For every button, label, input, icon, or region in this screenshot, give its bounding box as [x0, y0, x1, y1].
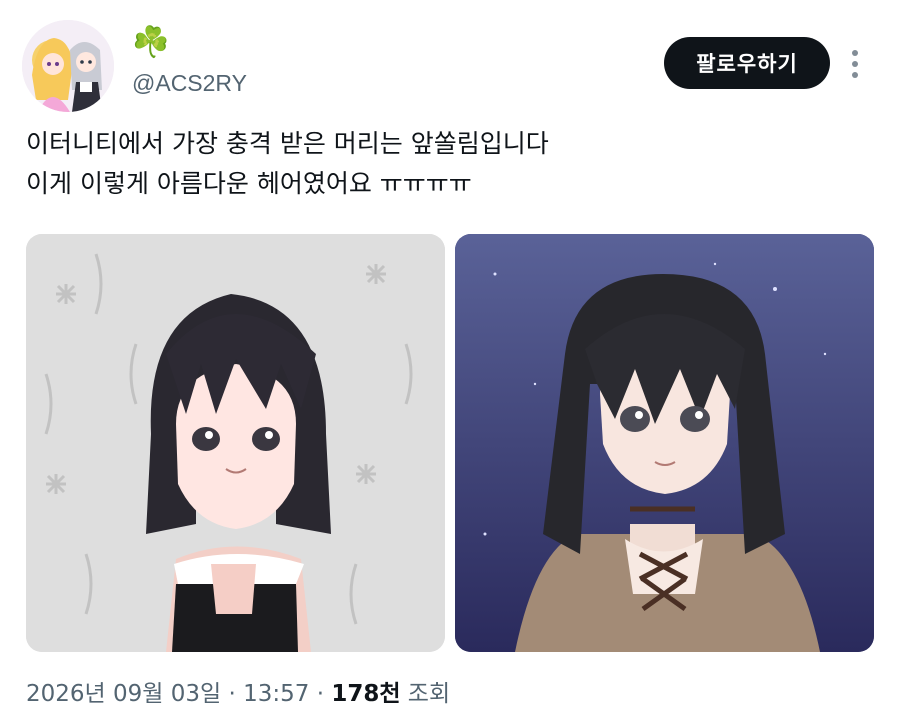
meta-separator: ·	[309, 681, 332, 707]
avatar[interactable]	[22, 20, 114, 112]
tweet-text: 이터니티에서 가장 충격 받은 머리는 앞쏠림입니다 이게 이렇게 아름다운 헤…	[26, 129, 549, 198]
more-dot	[852, 72, 858, 78]
more-dot	[852, 50, 858, 56]
follow-button[interactable]: 팔로우하기	[664, 37, 830, 89]
tweet-timestamp[interactable]: 2026년 09월 03일 · 13:57	[26, 681, 309, 707]
anime-characters-avatar-icon	[22, 20, 114, 112]
views-count: 178천	[331, 681, 401, 707]
media-image-left[interactable]	[26, 234, 445, 652]
display-name[interactable]: ☘️	[132, 26, 169, 60]
remastered-dark-haired-girl-image-icon	[455, 234, 874, 652]
more-dot	[852, 61, 858, 67]
user-handle[interactable]: @ACS2RY	[132, 68, 247, 98]
media-image-right[interactable]	[455, 234, 874, 652]
views-label: 조회	[400, 681, 451, 707]
tweet-meta: 2026년 09월 03일 · 13:57 · 178천 조회	[26, 678, 450, 710]
low-poly-dark-haired-girl-image-icon	[26, 234, 445, 652]
more-vertical-icon[interactable]	[840, 44, 870, 84]
